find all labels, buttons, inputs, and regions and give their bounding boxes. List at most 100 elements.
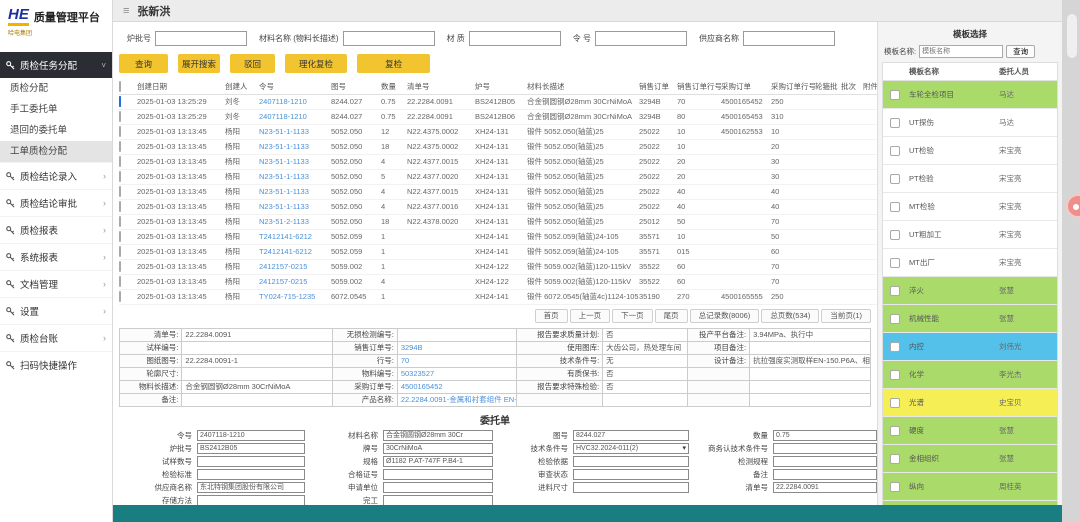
- form-input[interactable]: 2407118-1210: [197, 430, 305, 441]
- template-row[interactable]: PT检验 宋宝亮: [883, 165, 1057, 193]
- sidebar-section-item[interactable]: 设置 ›: [0, 297, 112, 324]
- sidebar-section-item[interactable]: 质检结论审批 ›: [0, 189, 112, 216]
- filter-input[interactable]: [595, 31, 687, 46]
- hamburger-icon[interactable]: ≡: [123, 5, 129, 17]
- row-checkbox[interactable]: [119, 141, 121, 152]
- current-user-name[interactable]: 张新洪: [137, 3, 170, 19]
- cell-order-no-link[interactable]: N23-51-1-1133: [259, 154, 331, 169]
- form-input[interactable]: 东北特钢集团股份有限公司: [197, 482, 305, 493]
- template-person[interactable]: 张慧: [999, 425, 1057, 436]
- template-person[interactable]: 刘伟光: [999, 341, 1057, 352]
- form-input[interactable]: [383, 469, 493, 480]
- form-input[interactable]: [383, 495, 493, 506]
- template-person[interactable]: 宋宝亮: [999, 173, 1057, 184]
- table-row[interactable]: 2025-01-03 13:25:29 刘冬 2407118-1210 8244…: [119, 109, 877, 124]
- select-all-checkbox[interactable]: [119, 81, 121, 92]
- cell-order-no-link[interactable]: N23-51-1-1133: [259, 169, 331, 184]
- template-row[interactable]: 金相组织 张慧: [883, 445, 1057, 473]
- cell-order-no-link[interactable]: T2412141-6212: [259, 244, 331, 259]
- template-row[interactable]: 纵向 周桂英: [883, 473, 1057, 501]
- row-checkbox[interactable]: [119, 261, 121, 272]
- pagination-button[interactable]: 下一页: [612, 309, 653, 323]
- cell-order-no-link[interactable]: 2412157-0215: [259, 259, 331, 274]
- form-input[interactable]: 22.2284.0091: [773, 482, 877, 493]
- table-row[interactable]: 2025-01-03 13:13:45 杨阳 N23-51-1-1133 505…: [119, 184, 877, 199]
- form-input[interactable]: Ø1182 P.AT-747F P.B4-1: [383, 456, 493, 467]
- form-input[interactable]: BS2412B05: [197, 443, 305, 454]
- toolbar-button[interactable]: 展开搜索: [178, 54, 220, 73]
- sidebar-section-item[interactable]: 质检报表 ›: [0, 216, 112, 243]
- form-input[interactable]: [197, 456, 305, 467]
- form-input[interactable]: [773, 443, 877, 454]
- template-row-checkbox[interactable]: [890, 174, 900, 184]
- row-checkbox[interactable]: [119, 231, 121, 242]
- toolbar-button[interactable]: 查询: [119, 54, 168, 73]
- pagination-button[interactable]: 总记录数(8006): [690, 309, 760, 323]
- template-row-checkbox[interactable]: [890, 90, 900, 100]
- template-row[interactable]: 光谱 史宝贝: [883, 389, 1057, 417]
- template-person[interactable]: 马达: [999, 89, 1057, 100]
- table-row[interactable]: 2025-01-03 13:13:45 杨阳 N23-51-1-1133 505…: [119, 139, 877, 154]
- template-row-checkbox[interactable]: [890, 370, 900, 380]
- template-row-checkbox[interactable]: [890, 230, 900, 240]
- template-row-checkbox[interactable]: [890, 398, 900, 408]
- template-person[interactable]: 张慧: [999, 313, 1057, 324]
- cell-order-no-link[interactable]: N23-51-1-1133: [259, 139, 331, 154]
- form-input[interactable]: [197, 495, 305, 506]
- template-person[interactable]: 宋宝亮: [999, 201, 1057, 212]
- filter-input[interactable]: [155, 31, 247, 46]
- form-select[interactable]: HVC32.2024-011(2)▾: [573, 443, 689, 454]
- pagination-button[interactable]: 首页: [535, 309, 568, 323]
- form-input[interactable]: [773, 469, 877, 480]
- template-person[interactable]: 宋宝亮: [999, 257, 1057, 268]
- form-input[interactable]: 30CrNiMoA: [383, 443, 493, 454]
- table-row[interactable]: 2025-01-03 13:13:45 杨阳 N23-51-1-1133 505…: [119, 199, 877, 214]
- table-row[interactable]: 2025-01-03 13:25:29 刘冬 2407118-1210 8244…: [119, 94, 877, 109]
- sidebar-sub-item[interactable]: 手工委托单: [0, 99, 112, 120]
- pagination-button[interactable]: 上一页: [570, 309, 611, 323]
- template-person[interactable]: 李光杰: [999, 369, 1057, 380]
- cell-order-no-link[interactable]: 2412157-0215: [259, 274, 331, 289]
- cell-order-no-link[interactable]: 2407118-1210: [259, 94, 331, 109]
- table-row[interactable]: 2025-01-03 13:13:45 杨阳 2412157-0215 5059…: [119, 274, 877, 289]
- template-row-checkbox[interactable]: [890, 426, 900, 436]
- template-row[interactable]: MT出厂 宋宝亮: [883, 249, 1057, 277]
- row-checkbox[interactable]: [119, 96, 121, 107]
- sidebar-sub-item[interactable]: 退回的委托单: [0, 120, 112, 141]
- cell-order-no-link[interactable]: N23-51-1-1133: [259, 184, 331, 199]
- template-search-input[interactable]: [919, 45, 1003, 58]
- template-row-checkbox[interactable]: [890, 314, 900, 324]
- filter-input[interactable]: [743, 31, 835, 46]
- toolbar-button[interactable]: 复检: [357, 54, 430, 73]
- sidebar-sub-item[interactable]: 质检分配: [0, 78, 112, 99]
- form-select[interactable]: 8244.027: [573, 430, 689, 441]
- template-row[interactable]: 淬火 张慧: [883, 277, 1057, 305]
- template-row-checkbox[interactable]: [890, 286, 900, 296]
- cell-order-no-link[interactable]: T2412141-6212: [259, 229, 331, 244]
- table-row[interactable]: 2025-01-03 13:13:45 杨阳 TY024-715-1235 60…: [119, 289, 877, 304]
- toolbar-button[interactable]: 驳回: [230, 54, 275, 73]
- form-input[interactable]: 0.75: [773, 430, 877, 441]
- template-person[interactable]: 宋宝亮: [999, 145, 1057, 156]
- form-input[interactable]: [197, 469, 305, 480]
- form-select[interactable]: [573, 456, 689, 467]
- table-row[interactable]: 2025-01-03 13:13:45 杨阳 N23-51-1-1133 505…: [119, 169, 877, 184]
- row-checkbox[interactable]: [119, 246, 121, 257]
- sidebar-section-item[interactable]: 质检结论录入 ›: [0, 162, 112, 189]
- sidebar-section-item[interactable]: 系统报表 ›: [0, 243, 112, 270]
- template-row-checkbox[interactable]: [890, 454, 900, 464]
- row-checkbox[interactable]: [119, 171, 121, 182]
- filter-input[interactable]: [469, 31, 561, 46]
- form-select[interactable]: [573, 482, 689, 493]
- pagination-button[interactable]: 当前页(1): [821, 309, 871, 323]
- template-person[interactable]: 周桂英: [999, 481, 1057, 492]
- sidebar-section-item[interactable]: 扫码快捷操作: [0, 351, 112, 378]
- template-row[interactable]: UT检验 宋宝亮: [883, 137, 1057, 165]
- template-person[interactable]: 宋宝亮: [999, 229, 1057, 240]
- row-checkbox[interactable]: [119, 186, 121, 197]
- form-input[interactable]: 合金钢圆钢Ø28mm 30Cr: [383, 430, 493, 441]
- form-select[interactable]: [573, 469, 689, 480]
- pagination-button[interactable]: 总页数(534): [761, 309, 819, 323]
- row-checkbox[interactable]: [119, 216, 121, 227]
- template-row-checkbox[interactable]: [890, 118, 900, 128]
